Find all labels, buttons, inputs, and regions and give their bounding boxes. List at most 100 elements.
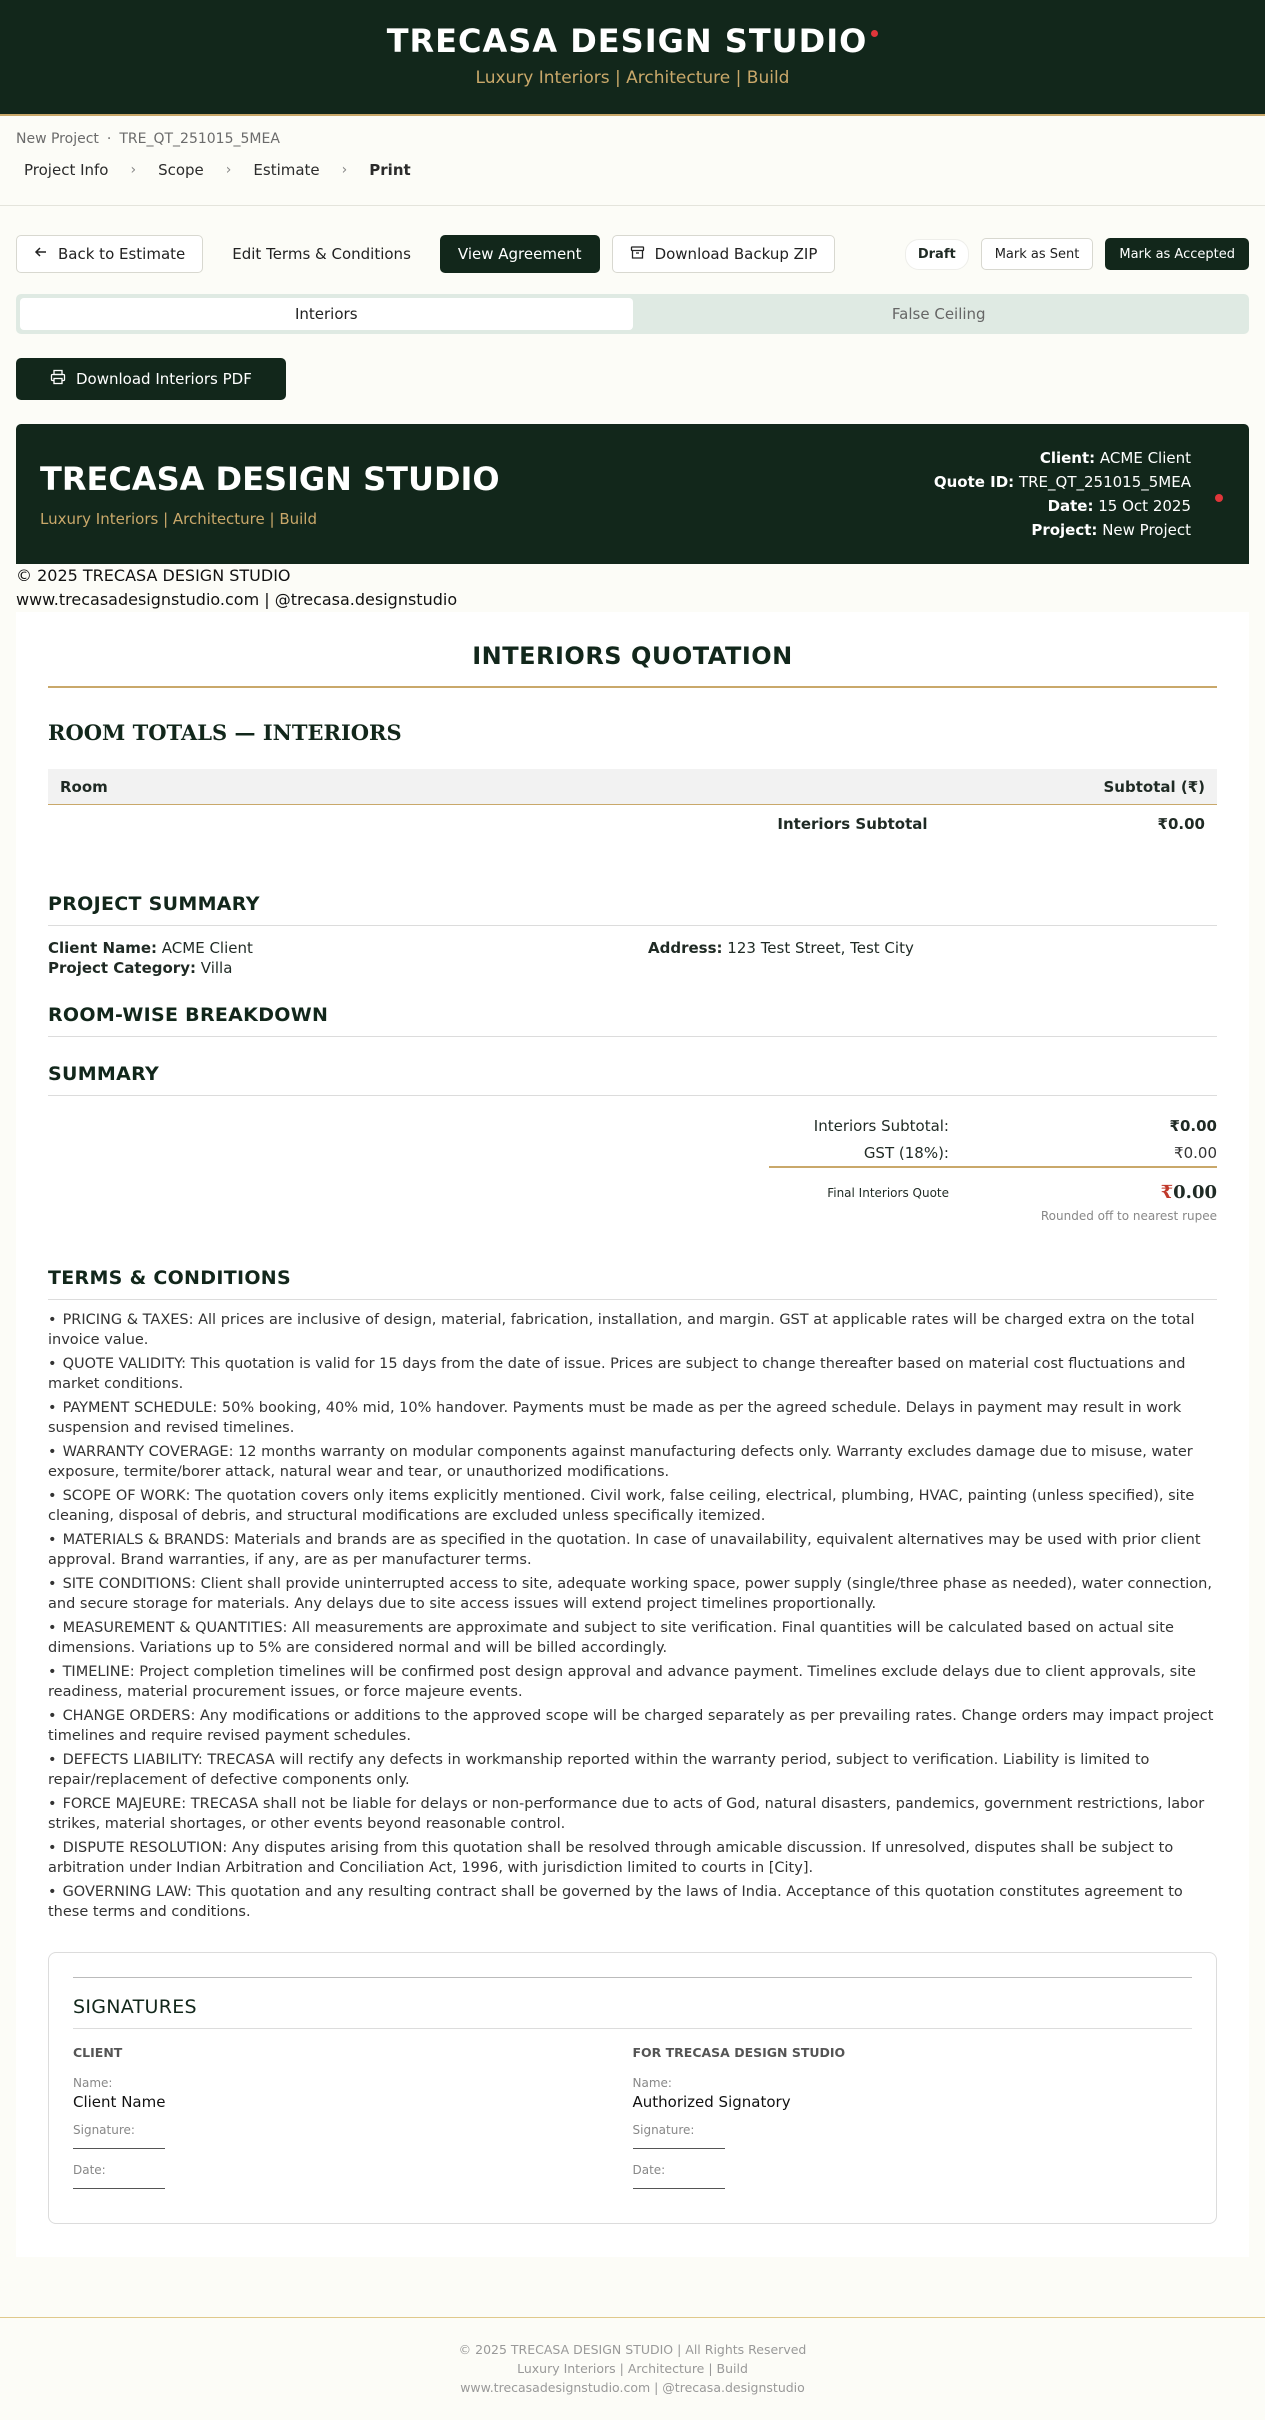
meta-client-label: Client: <box>1039 449 1096 467</box>
status-actions: Draft Mark as Sent Mark as Accepted <box>904 238 1249 270</box>
meta-client-value: ACME Client <box>1099 449 1191 467</box>
client-name-row: Client Name: ACME Client <box>48 938 648 958</box>
printer-icon <box>50 369 66 389</box>
document-header: TRECASA DESIGN STUDIO Luxury Interiors |… <box>16 424 1249 564</box>
address-value: 123 Test Street, Test City <box>727 939 914 957</box>
edit-terms-button[interactable]: Edit Terms & Conditions <box>215 235 428 273</box>
studio-signatory-name: Authorized Signatory <box>632 2093 791 2111</box>
edit-terms-label: Edit Terms & Conditions <box>232 245 411 263</box>
mark-as-sent-button[interactable]: Mark as Sent <box>980 238 1094 270</box>
quote-tabs: Interiors False Ceiling <box>16 294 1249 334</box>
chevron-right-icon: › <box>341 162 348 178</box>
meta-quote-value: TRE_QT_251015_5MEA <box>1018 473 1191 491</box>
client-signature-label: Signature: <box>73 2123 135 2137</box>
step-project-info[interactable]: Project Info <box>16 161 116 179</box>
category-label: Project Category: <box>48 959 196 977</box>
project-summary-left: Client Name: ACME Client Project Categor… <box>48 938 648 978</box>
back-to-estimate-button[interactable]: Back to Estimate <box>16 235 204 273</box>
document-header-footer: © 2025 TRECASA DESIGN STUDIO www.trecasa… <box>0 564 1265 612</box>
app-header: TRECASA DESIGN STUDIO Luxury Interiors |… <box>0 0 1265 116</box>
pdf-row: Download Interiors PDF <box>0 334 1265 400</box>
breadcrumb-project[interactable]: New Project <box>16 131 99 147</box>
status-badge: Draft <box>904 238 969 270</box>
download-backup-zip-label: Download Backup ZIP <box>654 245 818 263</box>
list-item: MATERIALS & BRANDS: Materials and brands… <box>48 1530 1217 1570</box>
meta-date-value: 15 Oct 2025 <box>1098 497 1191 515</box>
terms-section: TERMS & CONDITIONS PRICING & TAXES: All … <box>48 1267 1217 1922</box>
brand-title: TRECASA DESIGN STUDIO <box>387 22 879 60</box>
download-interiors-pdf-label: Download Interiors PDF <box>76 370 252 388</box>
breadcrumb-separator: · <box>106 131 112 147</box>
column-subtotal: Subtotal (₹) <box>1103 777 1206 796</box>
breadcrumb-quote-id: TRE_QT_251015_5MEA <box>119 131 280 147</box>
summary-gst-value: ₹0.00 <box>1174 1144 1217 1162</box>
rounded-note: Rounded off to nearest rupee <box>1040 1209 1217 1223</box>
client-signature-block: CLIENT Name: Client Name Signature: Date… <box>73 2045 633 2189</box>
final-quote-symbol: ₹ <box>1160 1182 1174 1203</box>
table-header: Room Subtotal (₹) <box>48 769 1217 805</box>
client-signature-line <box>73 2137 165 2149</box>
step-estimate[interactable]: Estimate <box>245 161 327 179</box>
summary-subtotal-value: ₹0.00 <box>1169 1117 1217 1135</box>
summary-final-row: Final Interiors Quote ₹0.00 <box>769 1182 1217 1203</box>
summary-title: SUMMARY <box>48 1063 1217 1096</box>
tab-interiors[interactable]: Interiors <box>20 298 633 330</box>
meta-date: Date: 15 Oct 2025 <box>934 494 1191 518</box>
divider <box>73 1977 1192 1978</box>
download-interiors-pdf-button[interactable]: Download Interiors PDF <box>16 358 286 400</box>
category-value: Villa <box>200 959 233 977</box>
signatures-title: SIGNATURES <box>73 1996 1192 2029</box>
meta-project: Project: New Project <box>934 518 1191 542</box>
client-name-label: Name: <box>73 2076 113 2090</box>
step-scope[interactable]: Scope <box>150 161 212 179</box>
document-copyright: © 2025 TRECASA DESIGN STUDIO <box>16 566 291 585</box>
category-row: Project Category: Villa <box>48 958 648 978</box>
download-backup-zip-button[interactable]: Download Backup ZIP <box>611 235 836 273</box>
signature-columns: CLIENT Name: Client Name Signature: Date… <box>73 2045 1192 2189</box>
chevron-right-icon: › <box>225 162 232 178</box>
tab-false-ceiling[interactable]: False Ceiling <box>633 298 1246 330</box>
step-print[interactable]: Print <box>361 161 418 179</box>
page-footer: © 2025 TRECASA DESIGN STUDIO | All Right… <box>0 2317 1265 2397</box>
client-signatory-name: Client Name <box>73 2093 166 2111</box>
client-date-line <box>73 2177 165 2189</box>
project-summary: PROJECT SUMMARY Client Name: ACME Client… <box>48 893 1217 978</box>
list-item: GOVERNING LAW: This quotation and any re… <box>48 1882 1217 1922</box>
arrow-left-icon <box>34 245 48 263</box>
summary-box: Interiors Subtotal: ₹0.00 GST (18%): ₹0.… <box>769 1112 1217 1223</box>
list-item: PRICING & TAXES: All prices are inclusiv… <box>48 1310 1217 1350</box>
action-toolbar: Back to Estimate Edit Terms & Conditions… <box>0 228 1265 280</box>
address-row: Address: 123 Test Street, Test City <box>648 938 914 958</box>
list-item: DISPUTE RESOLUTION: Any disputes arising… <box>48 1838 1217 1878</box>
archive-icon <box>630 245 645 264</box>
list-item: SITE CONDITIONS: Client shall provide un… <box>48 1574 1217 1614</box>
studio-signature-line <box>632 2137 725 2149</box>
view-agreement-button[interactable]: View Agreement <box>439 235 600 273</box>
list-item: SCOPE OF WORK: The quotation covers only… <box>48 1486 1217 1526</box>
summary-gst-row: GST (18%): ₹0.00 <box>769 1140 1217 1168</box>
list-item: FORCE MAJEURE: TRECASA shall not be liab… <box>48 1794 1217 1834</box>
table-row: Interiors Subtotal ₹0.00 <box>48 805 1217 843</box>
breadcrumb-bar: New Project · TRE_QT_251015_5MEA Project… <box>0 116 1265 206</box>
mark-as-sent-label: Mark as Sent <box>994 246 1080 262</box>
column-room: Room <box>60 777 108 796</box>
client-name-label: Client Name: <box>48 939 158 957</box>
status-dot-icon <box>1215 494 1223 502</box>
room-totals-heading: ROOM TOTALS — INTERIORS <box>48 720 402 745</box>
mark-as-accepted-button[interactable]: Mark as Accepted <box>1105 238 1249 270</box>
terms-list: PRICING & TAXES: All prices are inclusiv… <box>48 1310 1217 1922</box>
meta-date-label: Date: <box>1047 497 1094 515</box>
footer-copyright: © 2025 TRECASA DESIGN STUDIO | All Right… <box>458 2342 807 2357</box>
quotation-document: INTERIORS QUOTATION ROOM TOTALS — INTERI… <box>16 612 1249 2257</box>
meta-quote-id: Quote ID: TRE_QT_251015_5MEA <box>934 470 1191 494</box>
project-summary-right: Address: 123 Test Street, Test City <box>648 938 914 978</box>
address-label: Address: <box>648 939 723 957</box>
view-agreement-label: View Agreement <box>457 245 582 263</box>
final-quote-value: ₹0.00 <box>1161 1182 1217 1203</box>
client-signature-heading: CLIENT <box>73 2045 123 2060</box>
studio-signature-heading: FOR TRECASA DESIGN STUDIO <box>632 2045 846 2060</box>
footer-links: www.trecasadesignstudio.com | @trecasa.d… <box>460 2380 805 2395</box>
list-item: WARRANTY COVERAGE: 12 months warranty on… <box>48 1442 1217 1482</box>
final-quote-amount: 0.00 <box>1173 1182 1217 1203</box>
brand-tagline: Luxury Interiors | Architecture | Build <box>475 68 790 88</box>
